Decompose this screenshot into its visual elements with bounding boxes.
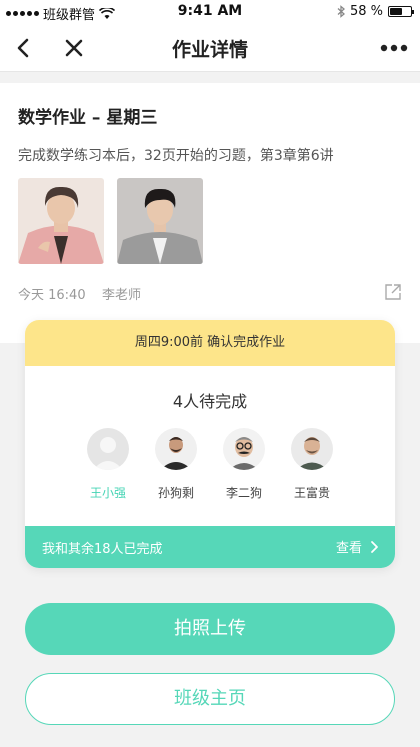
battery-label: 58 % (349, 4, 383, 19)
student-name: 李二狗 (225, 486, 262, 500)
status-right: 58 % (337, 4, 414, 19)
completion-card: 周四9:00前 确认完成作业 4人待完成 王小强 孙狗剩 李二狗 王富贵 我和其… (25, 320, 395, 568)
avatar (223, 428, 265, 470)
homework-title: 数学作业 – 星期三 (18, 108, 158, 128)
attachment-image-1[interactable] (18, 178, 104, 264)
student-name: 孙狗剩 (157, 486, 194, 500)
status-bar: 班级群管 9:41 AM 58 % (0, 0, 420, 24)
page-title: 作业详情 (171, 39, 248, 61)
avatar (291, 428, 333, 470)
avatar (87, 428, 129, 470)
student-item[interactable]: 李二狗 (211, 428, 277, 501)
student-name: 王富贵 (293, 486, 330, 500)
student-name: 王小强 (89, 486, 126, 500)
student-item[interactable]: 孙狗剩 (143, 428, 209, 501)
view-link-label: 查看 (335, 541, 362, 556)
avatar (155, 428, 197, 470)
chevron-right-icon (371, 540, 378, 553)
more-icon[interactable] (376, 32, 412, 64)
battery-icon (388, 6, 414, 17)
attachment-image-2[interactable] (117, 178, 203, 264)
post-teacher: 李老师 (102, 288, 142, 303)
homework-description: 完成数学练习本后，32页开始的习题，第3章第6讲 (18, 148, 334, 164)
battery-fill (390, 8, 402, 15)
share-icon[interactable] (384, 283, 402, 301)
homework-post: 数学作业 – 星期三 完成数学练习本后，32页开始的习题，第3章第6讲 今天 1… (0, 83, 420, 343)
completed-summary-text: 我和其余18人已完成 (42, 542, 163, 557)
nav-bar: 作业详情 (0, 24, 420, 72)
photo-upload-button[interactable]: 拍照上传 (25, 603, 395, 655)
bluetooth-icon (337, 5, 345, 18)
pending-count: 4人待完成 (172, 392, 248, 411)
class-home-button[interactable]: 班级主页 (25, 673, 395, 725)
completed-summary[interactable]: 我和其余18人已完成 查看 (25, 526, 395, 568)
post-time: 今天 16:40 (18, 288, 86, 303)
view-link[interactable]: 查看 (336, 537, 379, 556)
deadline-banner: 周四9:00前 确认完成作业 (25, 320, 395, 366)
student-item[interactable]: 王富贵 (279, 428, 345, 501)
student-item[interactable]: 王小强 (75, 428, 141, 501)
